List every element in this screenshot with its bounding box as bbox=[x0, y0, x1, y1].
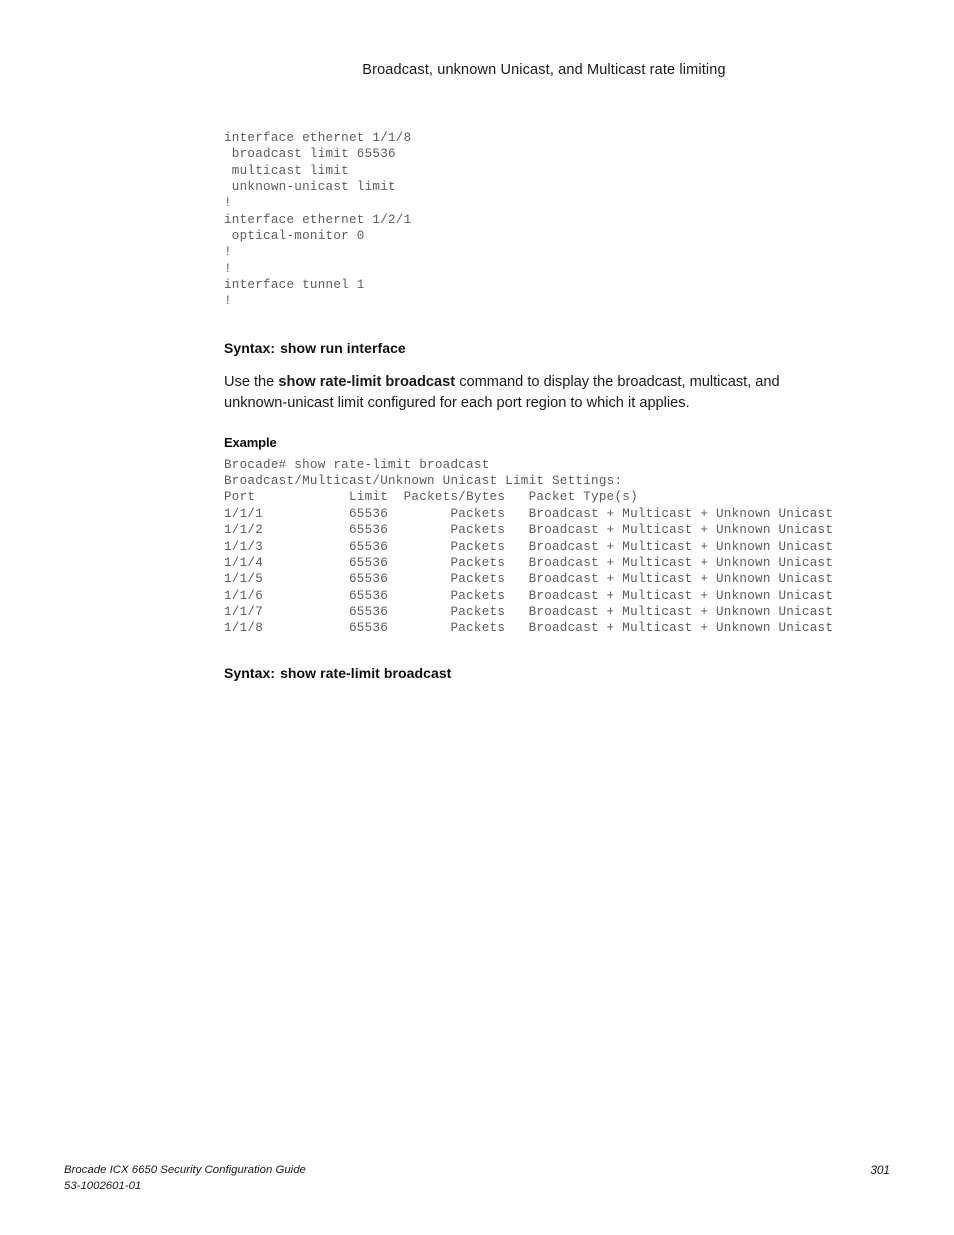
syntax-show-run-interface: Syntax: show run interface bbox=[224, 340, 884, 356]
description-paragraph: Use the show rate-limit broadcast comman… bbox=[224, 372, 799, 415]
syntax-command: show rate-limit broadcast bbox=[280, 664, 452, 681]
syntax-show-rate-limit-broadcast: Syntax: show rate-limit broadcast bbox=[224, 665, 884, 681]
paragraph-bold-command: show rate-limit broadcast bbox=[278, 373, 456, 390]
syntax-label: Syntax: bbox=[224, 664, 276, 681]
document-page: Broadcast, unknown Unicast, and Multicas… bbox=[0, 0, 954, 1235]
running-header: Broadcast, unknown Unicast, and Multicas… bbox=[362, 62, 726, 78]
page-footer: Brocade ICX 6650 Security Configuration … bbox=[64, 1163, 890, 1197]
example-label: Example bbox=[224, 434, 277, 450]
footer-guide-title: Brocade ICX 6650 Security Configuration … bbox=[64, 1164, 306, 1176]
configuration-code-block: interface ethernet 1/1/8 broadcast limit… bbox=[224, 131, 412, 309]
page-content: interface ethernet 1/1/8 broadcast limit… bbox=[224, 130, 884, 681]
paragraph-lead: Use the bbox=[224, 373, 279, 390]
footer-document-info: Brocade ICX 6650 Security Configuration … bbox=[64, 1163, 306, 1194]
example-output-code-block: Brocade# show rate-limit broadcast Broad… bbox=[224, 457, 834, 636]
footer-page-number: 301 bbox=[870, 1163, 890, 1177]
syntax-command: show run interface bbox=[280, 339, 406, 356]
footer-document-number: 53-1002601-01 bbox=[64, 1179, 142, 1192]
syntax-label: Syntax: bbox=[224, 339, 276, 356]
